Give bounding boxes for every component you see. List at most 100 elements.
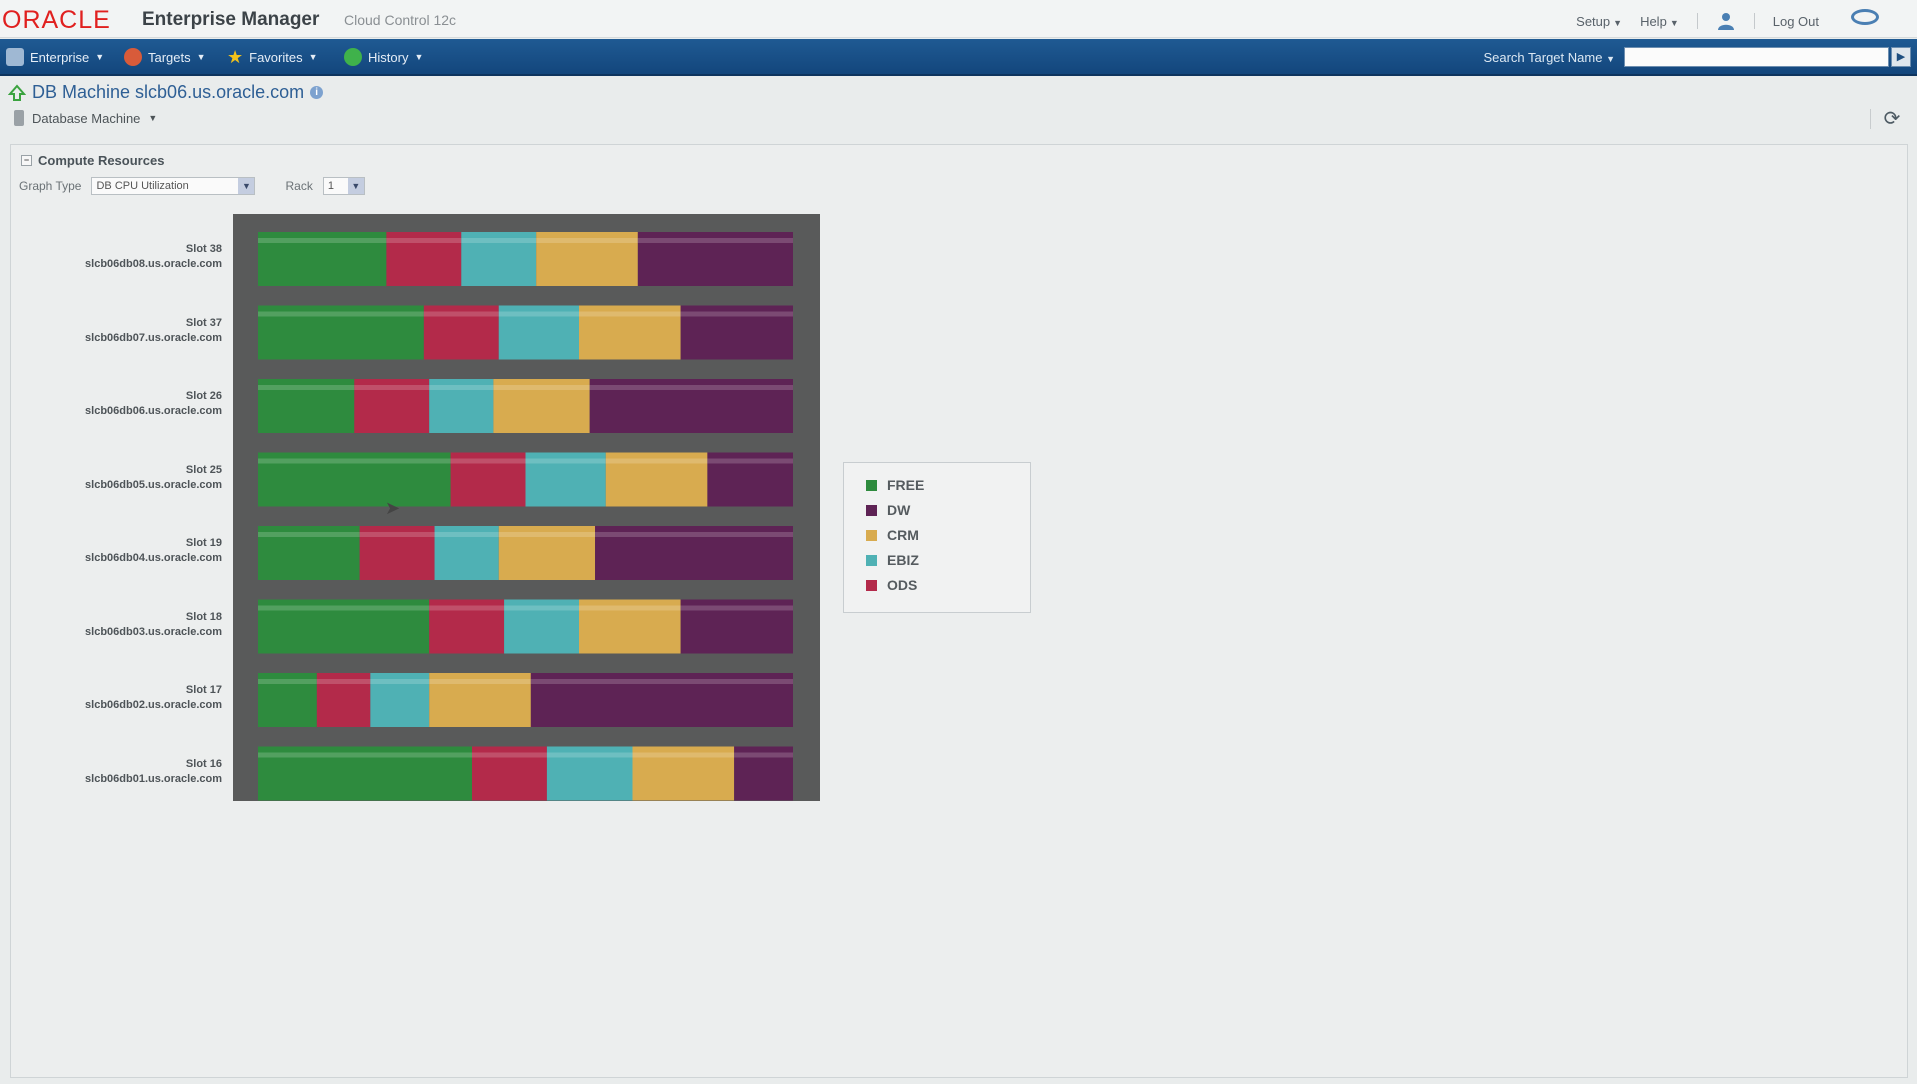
bar-highlight [429,679,531,684]
bar-highlight [258,385,355,390]
bar-highlight [589,385,793,390]
bar-highlight [579,311,681,317]
nav-targets-label: Targets [148,49,191,65]
bar-highlight [632,752,735,758]
help-menu[interactable]: Help ▼ [1640,14,1679,29]
bar-highlight [386,238,462,243]
search-input[interactable] [1624,47,1889,67]
slot-label: Slot 26 [185,390,222,402]
info-icon[interactable]: i [310,86,324,99]
chevron-down-icon: ▼ [414,52,424,62]
nav-enterprise-menu[interactable]: Enterprise ▼ [6,48,104,66]
graph-type-select[interactable]: DB CPU Utilization ▼ [91,177,256,195]
y-axis-label: Slot 37 slcb06db07.us.oracle.com [14,316,222,346]
graph-type-label: Graph Type [19,179,82,193]
search-scope-label: Search Target Name [1483,50,1603,65]
bar-highlight [354,385,430,390]
legend-label: EBIZ [887,552,919,568]
bar-highlight [423,311,499,317]
bar-highlight [525,458,606,464]
rack-select[interactable]: 1 ▼ [322,177,365,195]
help-label: Help [1640,13,1667,29]
star-icon: ★ [227,47,244,67]
legend-label: CRM [887,527,919,543]
chevron-down-icon: ▼ [238,178,255,194]
y-axis-label: Slot 16 slcb06db01.us.oracle.com [14,757,222,787]
bar-highlight [595,532,793,537]
legend-item-ods[interactable]: ODS [866,577,917,593]
chart-bars-svg [258,232,793,801]
bar-highlight [258,311,424,317]
bar-highlight [498,532,596,537]
chevron-down-icon: ▼ [148,113,158,123]
bar-highlight [434,532,499,537]
legend-label: FREE [887,477,925,493]
oracle-oval-icon [1851,9,1879,25]
host-label: slcb06db08.us.oracle.com [85,258,222,270]
legend-label: DW [887,502,911,518]
nav-favorites-menu[interactable]: ★ Favorites ▼ [227,48,318,66]
divider [1870,109,1871,129]
legend-swatch [866,529,877,541]
legend-item-crm[interactable]: CRM [866,527,919,543]
rack-label: Rack [285,179,313,193]
slot-label: Slot 18 [185,610,222,623]
bar-highlight [734,752,793,758]
bar-highlight [504,605,579,611]
setup-label: Setup [1576,13,1611,29]
host-label: slcb06db02.us.oracle.com [85,699,222,711]
global-links: Setup ▼ Help ▼ Log Out [1576,11,1877,31]
logout-link[interactable]: Log Out [1773,14,1819,29]
bar-highlight [546,752,633,758]
search-go-button[interactable]: ▶ [1891,47,1911,67]
mouse-cursor-icon: ➤ [385,498,401,518]
chevron-down-icon: ▼ [95,52,105,62]
branding-bar: ORACLE Enterprise Manager Cloud Control … [0,0,1917,38]
collapse-icon[interactable]: − [21,155,32,166]
y-axis-label: Slot 19 slcb06db04.us.oracle.com [14,536,222,566]
region-header[interactable]: − Compute Resources [21,153,164,168]
chart-plot-area [233,214,820,801]
setup-menu[interactable]: Setup ▼ [1576,14,1622,29]
bar-highlight [258,532,360,537]
rack-value: 1 [327,180,334,192]
bar-highlight [637,238,793,243]
user-icon[interactable] [1716,11,1736,31]
y-axis-label: Slot 17 slcb06db02.us.oracle.com [14,683,222,713]
bar-highlight [258,238,387,243]
bar-highlight [258,605,430,611]
chevron-down-icon: ▼ [1606,54,1615,64]
bar-highlight [536,238,638,243]
nav-history-label: History [368,49,409,65]
legend-swatch [866,504,877,516]
legend-item-free[interactable]: FREE [866,477,924,493]
nav-enterprise-label: Enterprise [30,49,90,65]
bar-highlight [359,532,435,537]
targets-icon [124,48,142,66]
host-label: slcb06db04.us.oracle.com [85,552,222,564]
divider [1753,13,1755,29]
chevron-down-icon: ▼ [1669,17,1679,28]
nav-targets-menu[interactable]: Targets ▼ [124,48,206,66]
legend-swatch [866,554,877,566]
target-menu[interactable]: Database Machine ▼ [14,110,157,126]
search-scope-menu[interactable]: Search Target Name ▼ [1483,50,1615,65]
oracle-logo: ORACLE [2,6,111,34]
legend-item-ebiz[interactable]: EBIZ [866,552,919,568]
legend-item-dw[interactable]: DW [866,502,910,518]
y-axis-label: Slot 25 slcb06db05.us.oracle.com [14,463,222,493]
slot-label: Slot 17 [185,684,222,696]
bar-highlight [316,679,371,684]
chevron-down-icon: ▼ [347,178,364,194]
nav-history-menu[interactable]: History ▼ [344,48,423,66]
global-nav-bar: Enterprise ▼ Targets ▼ ★ Favorites ▼ His… [0,39,1917,76]
bar-highlight [258,458,451,464]
nav-favorites-label: Favorites [249,49,303,65]
chevron-down-icon: ▼ [308,52,318,62]
target-menu-label: Database Machine [32,110,141,126]
bar-highlight [429,605,505,611]
host-label: slcb06db05.us.oracle.com [85,478,222,491]
history-icon [344,48,362,66]
y-axis-label: Slot 38 slcb06db08.us.oracle.com [14,242,222,272]
refresh-button[interactable]: ⟳ [1881,108,1903,130]
